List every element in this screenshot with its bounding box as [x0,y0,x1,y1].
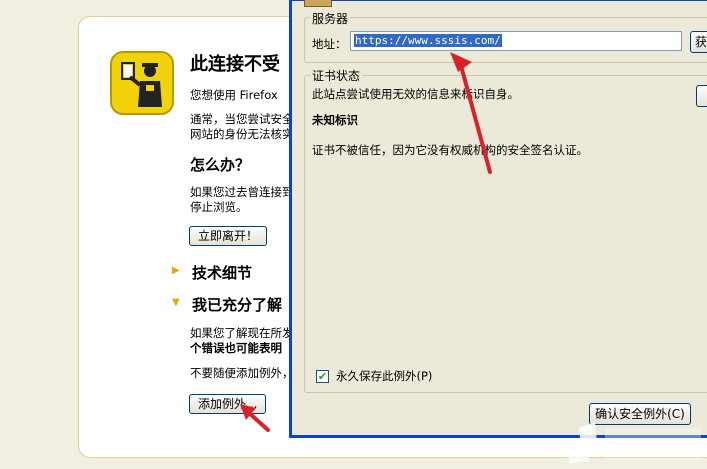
expand-triangle-icon[interactable]: ▶ [172,265,180,276]
page-title: 此连接不受 [190,54,280,75]
address-label: 地址： [312,37,347,51]
cert-status-label: 证书状态 [310,67,363,84]
explain-text-2: 网站的身份无法核实 [190,127,294,141]
explain-text-1: 通常，当您尝试安全 [190,112,294,126]
unknown-identity-text: 证书不被信任，因为它没有权威机构的安全签名认证。 [312,143,588,157]
permanent-exception-label[interactable]: 永久保存此例外(P) [336,368,432,384]
address-value: https://www.sssis.com/ [354,34,502,47]
collapse-triangle-icon[interactable]: ▼ [172,297,180,308]
add-security-exception-dialog: 服务器 地址： https://www.sssis.com/ 获 证书状态 此站… [289,0,707,438]
cert-status-text: 此站点尝试使用无效的信息来标识自身。 [312,87,519,101]
what-to-do-heading: 怎么办？ [190,156,251,174]
cert-status-group [304,75,707,393]
address-input[interactable]: https://www.sssis.com/ [350,31,682,51]
officer-warning-icon [110,51,174,115]
dialog-corner-icon [304,0,332,7]
permanent-exception-checkbox[interactable]: ✔ [316,370,329,383]
server-group-label: 服务器 [310,10,351,27]
advice-text-2: 停止浏览。 [190,200,248,214]
tech-details-heading[interactable]: 技术细节 [192,262,252,283]
risk-text-1: 如果您了解现在所发 [190,326,294,340]
leave-now-button[interactable]: 立即离开！ [189,226,268,246]
risk-text-2: 个错误也可能表明 [190,341,282,355]
fetch-certificate-button[interactable]: 获 [690,31,707,53]
advice-text-1: 如果您过去曾连接到 [190,185,294,199]
unknown-identity-heading: 未知标识 [312,113,358,127]
add-exception-button[interactable]: 添加例外... [189,394,267,414]
risk-text-3: 不要随便添加例外， [190,366,294,380]
understand-risks-heading[interactable]: 我已充分了解 [192,294,282,315]
site-watermark-logo [567,422,701,464]
intro-text: 您想使用 Firefox [190,88,278,102]
view-certificate-button[interactable] [696,85,707,107]
